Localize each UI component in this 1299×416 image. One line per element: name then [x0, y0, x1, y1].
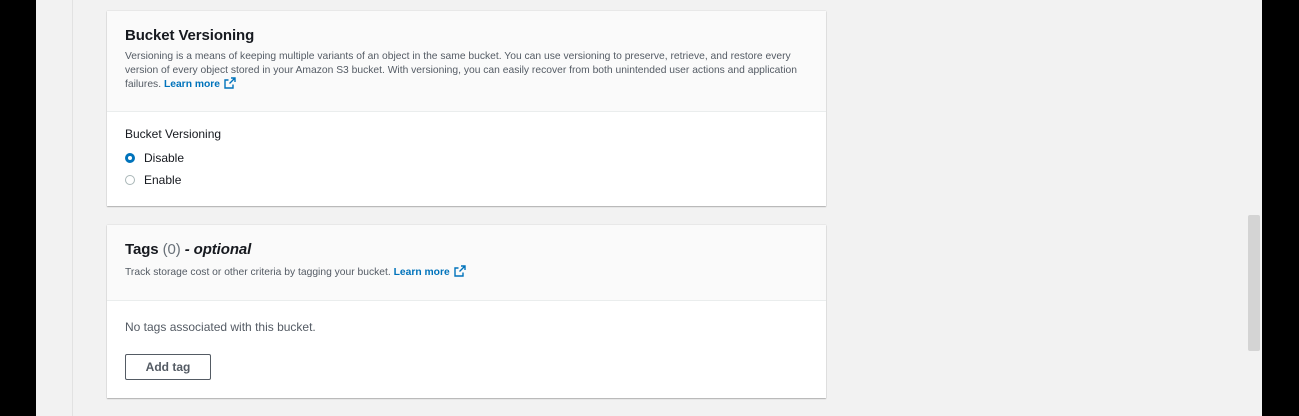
- radio-option-enable[interactable]: Enable: [125, 169, 808, 191]
- bucket-versioning-header: Bucket Versioning Versioning is a means …: [107, 11, 826, 112]
- external-link-icon: [224, 77, 236, 89]
- tags-actions: Add tag: [125, 354, 808, 380]
- tags-body: No tags associated with this bucket. Add…: [107, 301, 826, 380]
- bucket-versioning-field-label: Bucket Versioning: [125, 127, 222, 141]
- radio-enable-label: Enable: [144, 173, 182, 187]
- tags-learn-more-link[interactable]: Learn more: [393, 265, 466, 278]
- radio-enable[interactable]: [125, 175, 135, 185]
- no-tags-message: No tags associated with this bucket.: [125, 320, 316, 334]
- tags-description-text: Track storage cost or other criteria by …: [125, 267, 391, 278]
- radio-disable-label: Disable: [144, 151, 185, 165]
- learn-more-text: Learn more: [393, 267, 450, 278]
- bucket-versioning-panel: Bucket Versioning Versioning is a means …: [107, 11, 826, 206]
- radio-disable[interactable]: [125, 153, 135, 163]
- external-link-icon: [454, 265, 466, 277]
- tags-description: Track storage cost or other criteria by …: [125, 265, 808, 280]
- page-divider: [72, 0, 73, 416]
- tags-title-text: Tags: [125, 241, 159, 258]
- radio-option-disable[interactable]: Disable: [125, 147, 808, 169]
- scrollbar-track[interactable]: [1246, 0, 1262, 416]
- tags-title: Tags (0) - optional: [125, 241, 808, 258]
- bucket-versioning-title: Bucket Versioning: [125, 27, 255, 44]
- bucket-versioning-body: Bucket Versioning Disable Enable: [107, 112, 826, 191]
- bucket-versioning-learn-more-link[interactable]: Learn more: [163, 77, 236, 90]
- learn-more-text: Learn more: [163, 79, 221, 90]
- bucket-versioning-description: Versioning is a means of keeping multipl…: [125, 50, 808, 92]
- tags-count: (0): [162, 241, 181, 258]
- scrollbar-thumb[interactable]: [1248, 215, 1260, 351]
- add-tag-button[interactable]: Add tag: [125, 354, 211, 380]
- tags-optional-label: - optional: [184, 241, 252, 258]
- tags-header: Tags (0) - optional Track storage cost o…: [107, 225, 826, 301]
- tags-panel: Tags (0) - optional Track storage cost o…: [107, 225, 826, 398]
